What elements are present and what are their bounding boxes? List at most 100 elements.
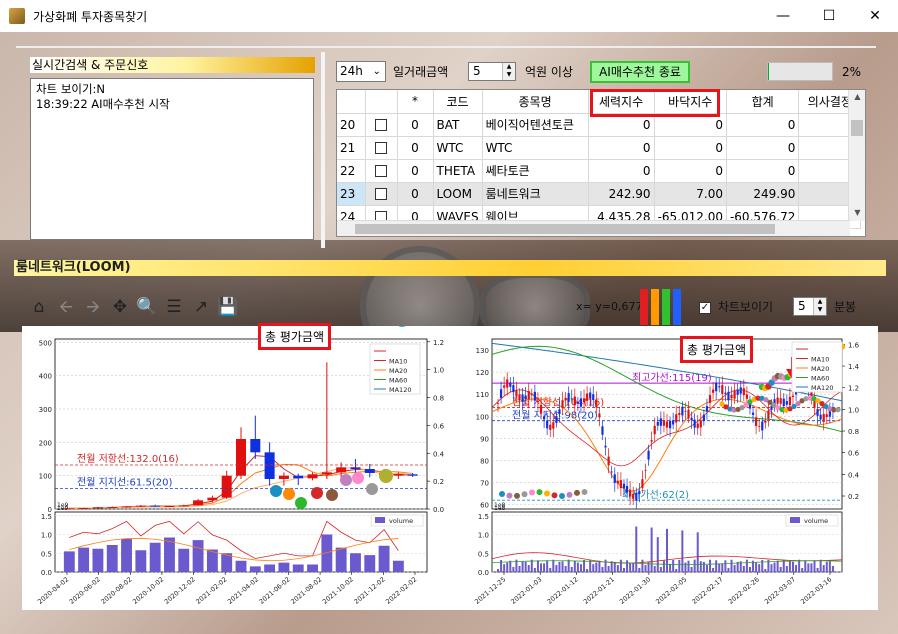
forward-arrow-icon[interactable]: 🡪 (82, 296, 104, 318)
cell-code[interactable]: BAT (433, 113, 483, 137)
cell-sum[interactable]: 0 (726, 159, 800, 183)
maximize-button[interactable]: ☐ (806, 0, 852, 32)
cell-code[interactable]: LOOM (433, 182, 483, 206)
panel-splitter[interactable] (321, 52, 325, 248)
home-icon[interactable]: ⌂ (28, 296, 50, 318)
scroll-down-icon[interactable]: ▼ (849, 208, 865, 217)
cell-sum[interactable]: 0 (726, 113, 800, 137)
col-star[interactable]: * (397, 90, 434, 114)
cell-power[interactable]: 242.90 (588, 182, 655, 206)
signal-dot (581, 489, 588, 495)
volume-bar (576, 562, 579, 572)
cell-name[interactable]: 룸네트워크 (482, 182, 589, 206)
y-right-tick-label: 0.2 (433, 478, 444, 486)
x-tick-label: 2020-10-02 (131, 575, 165, 605)
min-amount-spinner[interactable]: 5 ▲ ▼ (468, 62, 516, 81)
cell-bottom[interactable]: 7.00 (654, 182, 727, 206)
row-checkbox[interactable] (365, 159, 398, 183)
candle-body (678, 412, 681, 415)
candle-body (221, 475, 232, 498)
spinner-arrows-icon[interactable]: ▲ ▼ (502, 63, 515, 80)
period-select[interactable]: 24h ⌄ (336, 61, 386, 82)
log-box[interactable]: 차트 보이기:N 18:39:22 AI매수추천 시작 (30, 78, 314, 240)
zoom-icon[interactable]: 🔍 (136, 296, 158, 318)
col-code[interactable]: 코드 (433, 90, 483, 114)
row-number[interactable]: 21 (337, 136, 366, 160)
volume-bar (705, 565, 708, 572)
y-right-tick-label: 0.8 (433, 395, 444, 403)
cell-power[interactable]: 0 (588, 159, 655, 183)
pan-icon[interactable]: ✥ (109, 296, 131, 318)
volume-bar (583, 559, 586, 572)
volume-legend-swatch (790, 517, 800, 523)
row-number[interactable]: 22 (337, 159, 366, 183)
volume-bar (121, 539, 132, 572)
cell-star[interactable]: 0 (397, 159, 434, 183)
cell-name[interactable]: 베이직어텐션토큰 (482, 113, 589, 137)
cell-sum[interactable]: 0 (726, 136, 800, 160)
volume-label: 일거래금액 (393, 65, 449, 79)
cell-star[interactable]: 0 (397, 113, 434, 137)
volume-bar (613, 561, 616, 572)
settings-sliders-icon[interactable]: ☰ (163, 296, 185, 318)
row-number[interactable]: 20 (337, 113, 366, 137)
cell-sum[interactable]: 249.90 (726, 182, 800, 206)
back-arrow-icon[interactable]: 🡨 (55, 296, 77, 318)
table-row[interactable]: 20 0 BAT 베이직어텐션토큰 0 0 0 (337, 113, 862, 137)
row-checkbox-box[interactable] (375, 188, 387, 200)
cell-name[interactable]: 쎄타토큰 (482, 159, 589, 183)
col-bottom[interactable]: 바닥지수 (654, 90, 727, 114)
cell-power[interactable]: 0 (588, 113, 655, 137)
row-checkbox-box[interactable] (375, 119, 387, 131)
coin-grid[interactable]: * 코드 종목명 세력지수 바닥지수 합계 의사결정 20 0 BAT 베이직어텐션토… (336, 89, 866, 237)
progress-percent: 2% (842, 65, 862, 79)
volume-bar (607, 566, 610, 572)
scroll-thumb[interactable] (851, 120, 863, 136)
col-check[interactable] (365, 90, 398, 114)
grid-vscrollbar[interactable]: ▲ ▼ (848, 90, 865, 221)
show-chart-checkbox[interactable]: ✓ (699, 301, 711, 314)
spinner-arrows-icon[interactable]: ▲ ▼ (813, 298, 826, 315)
save-icon[interactable]: 💾 (217, 296, 239, 318)
row-checkbox[interactable] (365, 182, 398, 206)
row-checkbox-box[interactable] (375, 142, 387, 154)
x-tick-label: 2021-02-02 (194, 575, 228, 605)
volume-bar (773, 562, 776, 572)
show-chart-option[interactable]: ✓ 차트보이기 (699, 298, 773, 315)
cell-code[interactable]: THETA (433, 159, 483, 183)
table-row[interactable]: 22 0 THETA 쎄타토큰 0 0 0 (337, 159, 862, 183)
col-name[interactable]: 종목명 (482, 90, 589, 114)
table-row[interactable]: 23 0 LOOM 룸네트워크 242.90 7.00 249.90 (337, 182, 862, 206)
cell-bottom[interactable]: 0 (654, 113, 727, 137)
row-checkbox[interactable] (365, 113, 398, 137)
volume-bar (718, 563, 721, 572)
scroll-up-icon[interactable]: ▲ (849, 92, 865, 101)
cell-power[interactable]: 0 (588, 136, 655, 160)
cell-star[interactable]: 0 (397, 136, 434, 160)
minimize-button[interactable]: — (760, 0, 806, 32)
volume-bar (378, 545, 390, 572)
cell-bottom[interactable]: 0 (654, 159, 727, 183)
legend-label: MA120 (811, 384, 833, 392)
hscroll-thumb[interactable] (355, 224, 775, 234)
table-row[interactable]: 21 0 WTC WTC 0 0 0 (337, 136, 862, 160)
volume-bar (601, 566, 604, 572)
minute-spinner[interactable]: 5 ▲ ▼ (793, 297, 827, 316)
cell-code[interactable]: WTC (433, 136, 483, 160)
row-checkbox-box[interactable] (375, 165, 387, 177)
col-power[interactable]: 세력지수 (588, 90, 655, 114)
volume-bar (807, 563, 810, 572)
grid-hscrollbar[interactable] (337, 220, 850, 236)
row-checkbox[interactable] (365, 136, 398, 160)
edit-axis-icon[interactable]: ↗ (190, 296, 212, 318)
row-number[interactable]: 23 (337, 182, 366, 206)
close-button[interactable]: ✕ (852, 0, 898, 32)
cell-bottom[interactable]: 0 (654, 136, 727, 160)
cell-name[interactable]: WTC (482, 136, 589, 160)
col-sum[interactable]: 합계 (726, 90, 800, 114)
ai-recommend-stop-button[interactable]: AI매수추천 종료 (590, 61, 690, 83)
volume-bar (500, 559, 503, 572)
cell-star[interactable]: 0 (397, 182, 434, 206)
y-tick-label: 300 (39, 406, 52, 414)
volume-bar (791, 561, 794, 572)
